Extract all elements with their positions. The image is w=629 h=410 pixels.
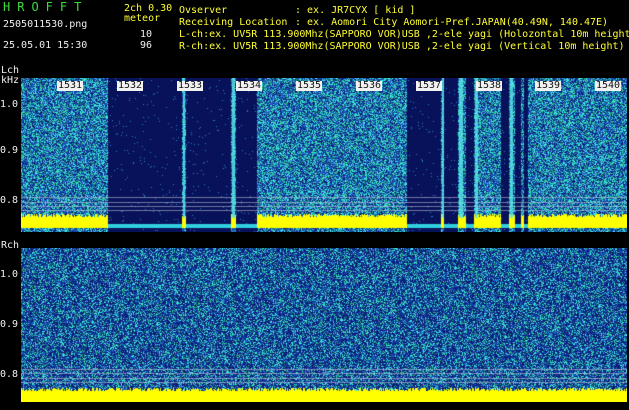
time-marker-1537: 1537 bbox=[416, 80, 443, 91]
time-marker-1540: 1540 bbox=[595, 80, 622, 91]
filename-label: 2505011530.png bbox=[3, 19, 88, 30]
lch-info: L-ch:ex. UV5R 113.900Mhz(SAPPORO VOR)USB… bbox=[179, 29, 629, 40]
rch-ytick-0.8: 0.8 bbox=[0, 369, 19, 380]
app-logo: HROFFT bbox=[3, 0, 89, 14]
rch-info: R-ch:ex. UV5R 113.900Mhz(SAPPORO VOR)USB… bbox=[179, 41, 625, 52]
lch-ytick-1.0: 1.0 bbox=[0, 99, 19, 110]
location-value: : ex. Aomori City Aomori-Pref.JAPAN(40.4… bbox=[295, 17, 609, 28]
lch-spectrogram-canvas bbox=[21, 78, 627, 232]
lch-unit: kHz bbox=[1, 75, 20, 86]
time-marker-1531: 1531 bbox=[57, 80, 84, 91]
datetime-label: 25.05.01 15:30 bbox=[3, 40, 88, 51]
observer-label: Ovserver bbox=[179, 5, 228, 16]
rch-ytick-0.9: 0.9 bbox=[0, 319, 19, 330]
rch-ytick-1.0: 1.0 bbox=[0, 269, 19, 280]
lch-meteor-count: 10 bbox=[140, 29, 153, 40]
time-marker-1533: 1533 bbox=[177, 80, 204, 91]
rch-spectrogram-canvas bbox=[21, 248, 627, 402]
location-label: Receiving Location bbox=[179, 17, 288, 28]
observer-value: : ex. JR7CYX [ kid ] bbox=[295, 5, 416, 16]
rch-label: Rch bbox=[1, 240, 20, 251]
time-marker-1536: 1536 bbox=[356, 80, 383, 91]
meteor-label: meteor bbox=[124, 13, 161, 24]
time-marker-1532: 1532 bbox=[117, 80, 144, 91]
time-marker-1535: 1535 bbox=[296, 80, 323, 91]
rch-meteor-count: 96 bbox=[140, 40, 153, 51]
time-marker-1538: 1538 bbox=[476, 80, 503, 91]
time-marker-1539: 1539 bbox=[535, 80, 562, 91]
lch-ytick-0.8: 0.8 bbox=[0, 195, 19, 206]
lch-ytick-0.9: 0.9 bbox=[0, 145, 19, 156]
time-marker-1534: 1534 bbox=[236, 80, 263, 91]
lch-spectrogram[interactable]: 1531 1532 1533 1534 1535 1536 1537 1538 … bbox=[21, 78, 627, 232]
rch-spectrogram[interactable] bbox=[21, 248, 627, 402]
